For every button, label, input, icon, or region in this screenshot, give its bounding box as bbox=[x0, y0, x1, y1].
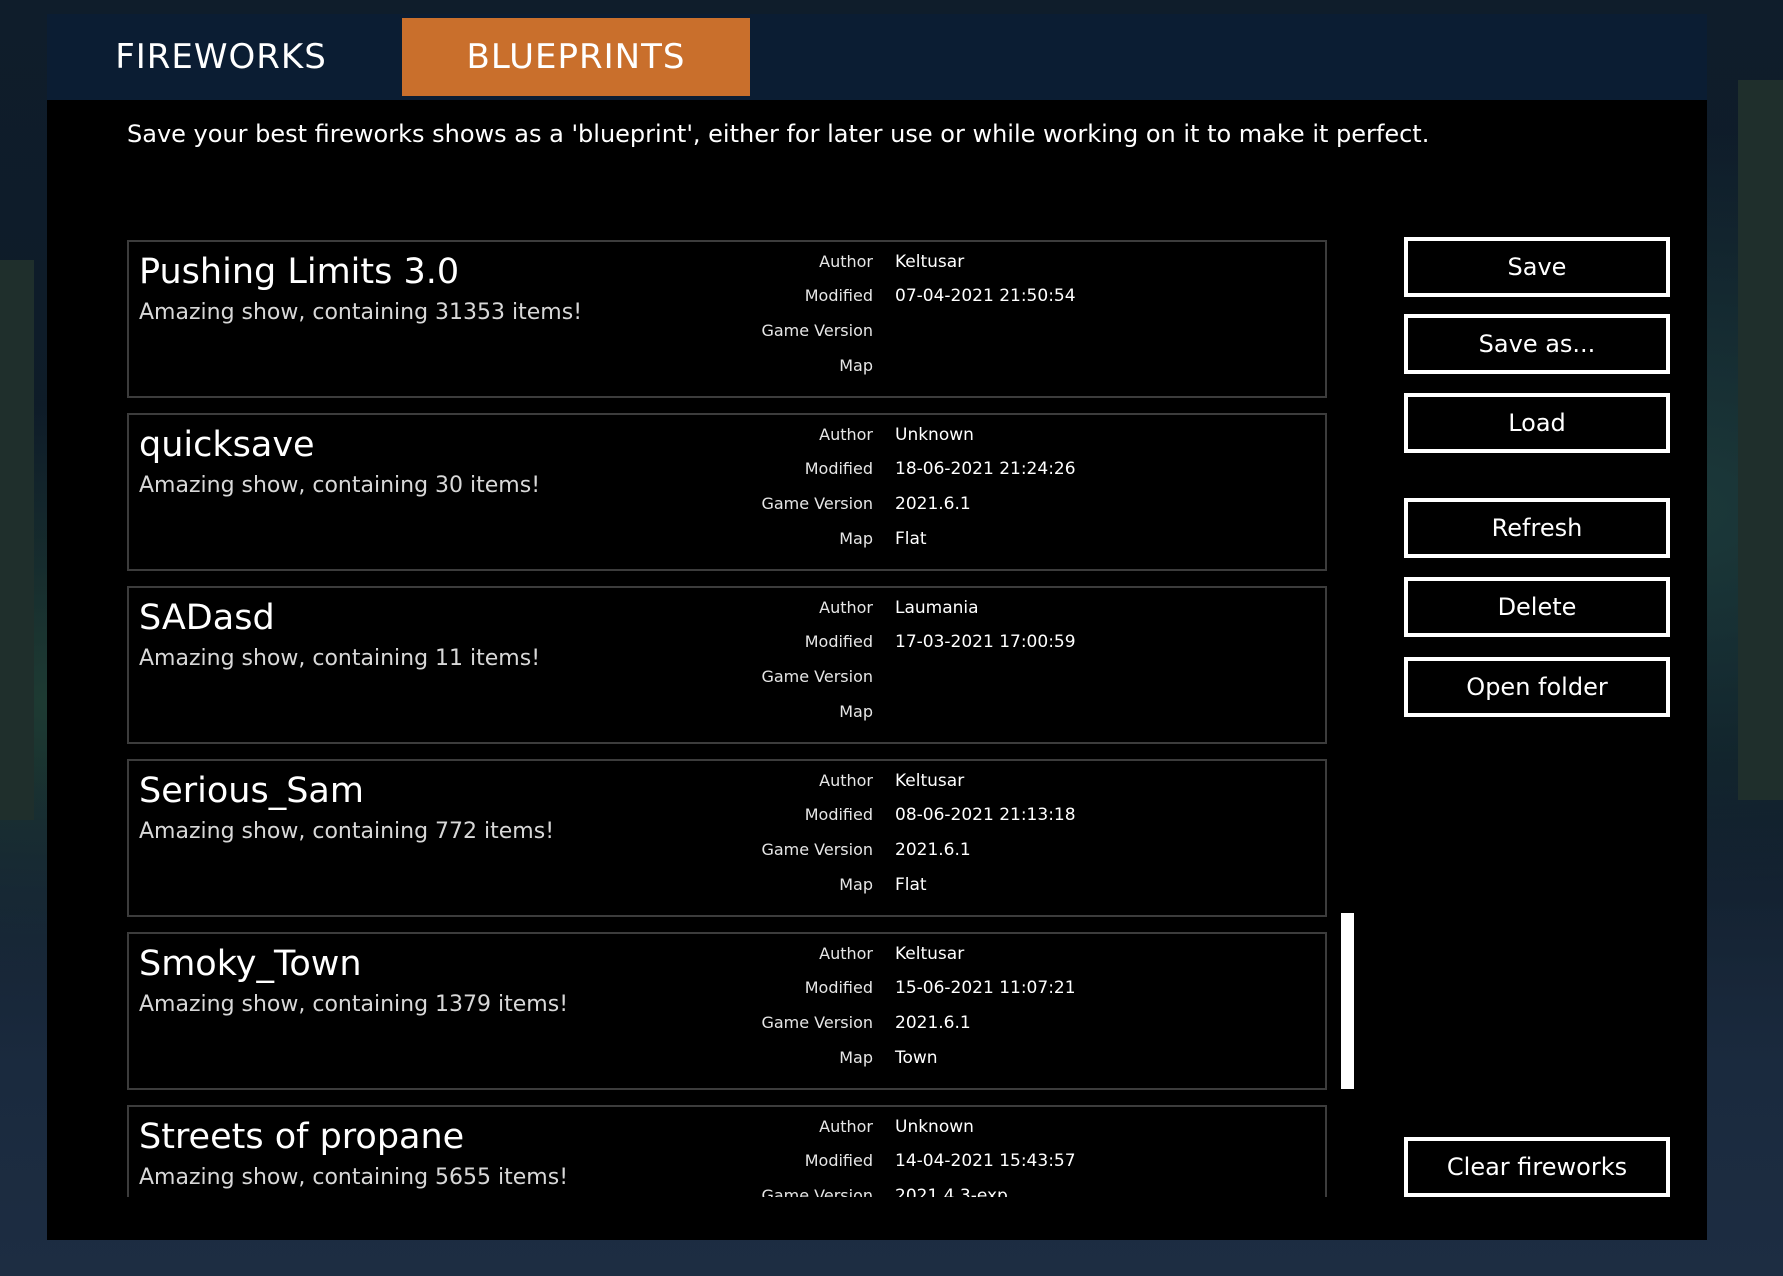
modified-label: Modified bbox=[804, 632, 873, 651]
modified-value: 15-06-2021 11:07:21 bbox=[895, 978, 1076, 998]
clear-fireworks-button[interactable]: Clear fireworks bbox=[1404, 1137, 1670, 1197]
blueprint-name: Smoky_Town bbox=[139, 944, 362, 984]
modified-label: Modified bbox=[804, 286, 873, 305]
game-version-label: Game Version bbox=[761, 840, 873, 859]
author-label: Author bbox=[819, 1117, 873, 1136]
map-label: Map bbox=[839, 702, 873, 721]
modified-label: Modified bbox=[804, 1151, 873, 1170]
map-value: Flat bbox=[895, 875, 927, 895]
author-label: Author bbox=[819, 252, 873, 271]
map-value: Town bbox=[895, 1048, 938, 1068]
blueprint-description: Amazing show, containing 5655 items! bbox=[139, 1165, 569, 1190]
game-version-label: Game Version bbox=[761, 494, 873, 513]
author-label: Author bbox=[819, 425, 873, 444]
blueprint-description: Amazing show, containing 1379 items! bbox=[139, 992, 569, 1017]
author-value: Keltusar bbox=[895, 771, 965, 791]
map-label: Map bbox=[839, 875, 873, 894]
author-label: Author bbox=[819, 598, 873, 617]
author-value: Unknown bbox=[895, 1117, 974, 1137]
author-value: Unknown bbox=[895, 425, 974, 445]
game-version-value: 2021.6.1 bbox=[895, 494, 971, 514]
blueprint-card[interactable]: SADasd Amazing show, containing 11 items… bbox=[127, 586, 1327, 744]
map-label: Map bbox=[839, 356, 873, 375]
tab-fireworks[interactable]: FIREWORKS bbox=[47, 18, 395, 96]
modified-value: 17-03-2021 17:00:59 bbox=[895, 632, 1076, 652]
modified-label: Modified bbox=[804, 978, 873, 997]
blueprint-name: SADasd bbox=[139, 598, 275, 638]
blueprint-name: Streets of propane bbox=[139, 1117, 465, 1157]
blueprint-card[interactable]: Smoky_Town Amazing show, containing 1379… bbox=[127, 932, 1327, 1090]
author-value: Laumania bbox=[895, 598, 979, 618]
blueprint-card[interactable]: Pushing Limits 3.0 Amazing show, contain… bbox=[127, 240, 1327, 398]
author-label: Author bbox=[819, 771, 873, 790]
map-value: Flat bbox=[895, 529, 927, 549]
blueprint-description: Amazing show, containing 31353 items! bbox=[139, 300, 583, 325]
tab-blueprints[interactable]: BLUEPRINTS bbox=[402, 18, 750, 96]
delete-button[interactable]: Delete bbox=[1404, 577, 1670, 637]
modified-value: 18-06-2021 21:24:26 bbox=[895, 459, 1076, 479]
modified-value: 07-04-2021 21:50:54 bbox=[895, 286, 1076, 306]
modified-value: 14-04-2021 15:43:57 bbox=[895, 1151, 1076, 1171]
author-value: Keltusar bbox=[895, 944, 965, 964]
blueprint-list[interactable]: Pushing Limits 3.0 Amazing show, contain… bbox=[127, 240, 1329, 1197]
blueprints-panel: FIREWORKS BLUEPRINTS Save your best fire… bbox=[47, 14, 1707, 1240]
game-version-value: 2021.4.3-exp bbox=[895, 1186, 1008, 1197]
load-button[interactable]: Load bbox=[1404, 393, 1670, 453]
list-scrollbar-thumb[interactable] bbox=[1341, 913, 1354, 1089]
save-button[interactable]: Save bbox=[1404, 237, 1670, 297]
blueprint-card[interactable]: Streets of propane Amazing show, contain… bbox=[127, 1105, 1327, 1197]
blueprint-name: Pushing Limits 3.0 bbox=[139, 252, 460, 292]
modified-label: Modified bbox=[804, 805, 873, 824]
map-label: Map bbox=[839, 1048, 873, 1067]
open-folder-button[interactable]: Open folder bbox=[1404, 657, 1670, 717]
blueprint-card[interactable]: quicksave Amazing show, containing 30 it… bbox=[127, 413, 1327, 571]
background-tree-right bbox=[1738, 80, 1783, 800]
map-label: Map bbox=[839, 529, 873, 548]
blueprint-name: quicksave bbox=[139, 425, 315, 465]
game-version-value: 2021.6.1 bbox=[895, 840, 971, 860]
blueprint-description: Amazing show, containing 30 items! bbox=[139, 473, 541, 498]
blueprint-card[interactable]: Serious_Sam Amazing show, containing 772… bbox=[127, 759, 1327, 917]
author-value: Keltusar bbox=[895, 252, 965, 272]
author-label: Author bbox=[819, 944, 873, 963]
game-version-label: Game Version bbox=[761, 1186, 873, 1197]
blueprint-name: Serious_Sam bbox=[139, 771, 364, 811]
refresh-button[interactable]: Refresh bbox=[1404, 498, 1670, 558]
tab-bar: FIREWORKS BLUEPRINTS bbox=[47, 14, 1707, 100]
game-version-label: Game Version bbox=[761, 1013, 873, 1032]
game-version-label: Game Version bbox=[761, 321, 873, 340]
intro-text: Save your best fireworks shows as a 'blu… bbox=[127, 120, 1430, 148]
modified-value: 08-06-2021 21:13:18 bbox=[895, 805, 1076, 825]
background-tree-left bbox=[0, 260, 34, 820]
modified-label: Modified bbox=[804, 459, 873, 478]
blueprint-description: Amazing show, containing 11 items! bbox=[139, 646, 541, 671]
blueprint-description: Amazing show, containing 772 items! bbox=[139, 819, 555, 844]
game-version-value: 2021.6.1 bbox=[895, 1013, 971, 1033]
game-version-label: Game Version bbox=[761, 667, 873, 686]
save-as-button[interactable]: Save as... bbox=[1404, 314, 1670, 374]
